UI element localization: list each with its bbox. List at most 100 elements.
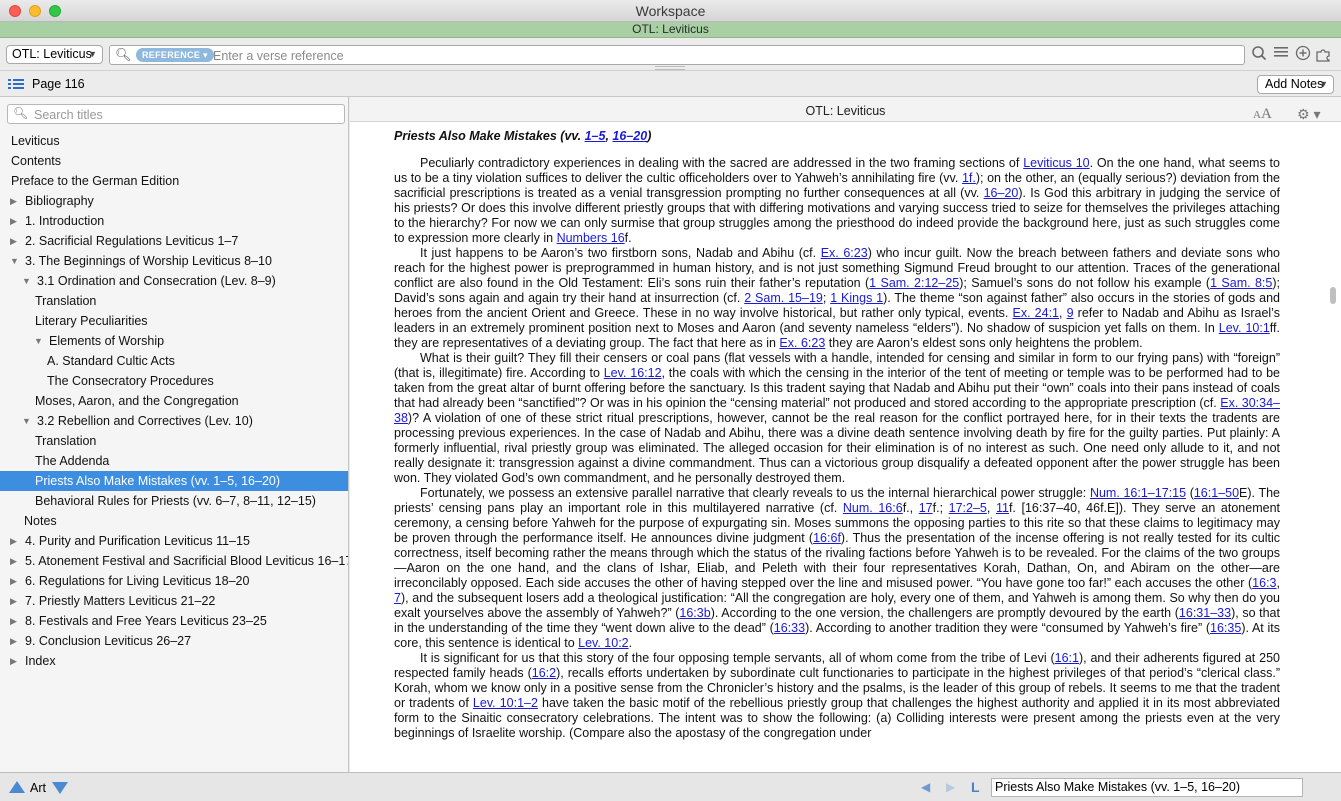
disclosure-collapsed-icon[interactable]: ▶: [10, 211, 17, 231]
toc-item[interactable]: Notes: [0, 511, 348, 531]
scripture-reference-link[interactable]: 16:3: [1252, 576, 1276, 590]
scripture-reference-link[interactable]: Lev. 10:2: [578, 636, 629, 650]
current-section-field[interactable]: Priests Also Make Mistakes (vv. 1–5, 16–…: [991, 778, 1303, 797]
title-search-box[interactable]: 🔍︎: [7, 104, 345, 124]
reference-type-badge[interactable]: REFERENCE ▾: [136, 48, 214, 62]
disclosure-collapsed-icon[interactable]: ▶: [10, 191, 17, 211]
toc-item[interactable]: ▶ 6. Regulations for Living Leviticus 18–…: [0, 571, 348, 591]
scripture-reference-link[interactable]: Numbers 16: [557, 231, 625, 245]
disclosure-collapsed-icon[interactable]: ▶: [10, 631, 17, 651]
scripture-reference-link[interactable]: 11: [996, 501, 1009, 515]
back-arrow-icon[interactable]: ◀: [921, 780, 930, 794]
forward-arrow-icon[interactable]: ▶: [946, 780, 955, 794]
toc-item[interactable]: ▶ 8. Festivals and Free Years Leviticus 2…: [0, 611, 348, 631]
scripture-reference-link[interactable]: 16:35: [1210, 621, 1241, 635]
scripture-reference-link[interactable]: 17:2–5: [949, 501, 987, 515]
disclosure-collapsed-icon[interactable]: ▶: [10, 591, 17, 611]
toc-item[interactable]: Contents: [0, 151, 348, 171]
disclosure-collapsed-icon[interactable]: ▶: [10, 531, 17, 551]
scripture-reference-link[interactable]: 1 Sam. 8:5: [1210, 276, 1272, 290]
scripture-reference-link[interactable]: 1f.: [962, 171, 976, 185]
scripture-reference-link[interactable]: 16–20: [984, 186, 1019, 200]
list-menu-icon[interactable]: [1272, 45, 1290, 63]
scripture-reference-link[interactable]: 16:1: [1055, 651, 1079, 665]
scripture-reference-link[interactable]: 9: [1067, 306, 1074, 320]
toc-item[interactable]: ▼ 3.2 Rebellion and Correctives (Lev. 10): [0, 411, 348, 431]
toc-item[interactable]: ▶ 5. Atonement Festival and Sacrificial B…: [0, 551, 348, 571]
toc-item[interactable]: ▶ 1. Introduction: [0, 211, 348, 231]
scripture-reference-link[interactable]: Ex. 6:23: [779, 336, 825, 350]
scripture-reference-link[interactable]: Num. 16:6: [843, 501, 903, 515]
scripture-reference-link[interactable]: 2 Sam. 15–19: [744, 291, 823, 305]
disclosure-collapsed-icon[interactable]: ▶: [10, 231, 17, 251]
scripture-reference-link[interactable]: 16:31–33: [1179, 606, 1231, 620]
toc-item[interactable]: ▼ 3. The Beginnings of Worship Leviticus …: [0, 251, 348, 271]
scripture-reference-link[interactable]: Num. 16:1–17:15: [1090, 486, 1186, 500]
toc-item[interactable]: ▶ 9. Conclusion Leviticus 26–27: [0, 631, 348, 651]
scripture-reference-link[interactable]: 7: [394, 591, 401, 605]
resource-dropdown[interactable]: OTL: Leviticus ▼: [6, 45, 103, 64]
toc-item-label: 6. Regulations for Living Leviticus 18–2…: [25, 574, 250, 588]
scripture-reference-link[interactable]: Leviticus 10: [1023, 156, 1089, 170]
scripture-reference-link[interactable]: 1 Sam. 2:12–25: [869, 276, 959, 290]
gear-icon[interactable]: ⚙ ▾: [1297, 100, 1320, 128]
scripture-reference-link[interactable]: 1–5: [585, 129, 606, 143]
toc-item[interactable]: Preface to the German Edition: [0, 171, 348, 191]
disclosure-expanded-icon[interactable]: ▼: [34, 331, 43, 351]
font-size-icon[interactable]: AA: [1253, 100, 1272, 129]
toc-item[interactable]: A. Standard Cultic Acts: [0, 351, 348, 371]
scripture-reference-link[interactable]: Ex. 24:1: [1013, 306, 1060, 320]
toc-list-icon[interactable]: [8, 77, 24, 91]
toc-item[interactable]: Behavioral Rules for Priests (vv. 6–7, 8…: [0, 491, 348, 511]
scripture-reference-link[interactable]: 16–20: [612, 129, 647, 143]
toc-item[interactable]: The Addenda: [0, 451, 348, 471]
disclosure-collapsed-icon[interactable]: ▶: [10, 611, 17, 631]
toc-item[interactable]: ▶ Index: [0, 651, 348, 671]
scripture-reference-link[interactable]: 16:6f: [813, 531, 841, 545]
toc-item-label: 4. Purity and Purification Leviticus 11–…: [25, 534, 250, 548]
toc-item[interactable]: The Consecratory Procedures: [0, 371, 348, 391]
toc-item[interactable]: ▶ 4. Purity and Purification Leviticus 11…: [0, 531, 348, 551]
toc-item[interactable]: Literary Peculiarities: [0, 311, 348, 331]
title-search-input[interactable]: [34, 107, 334, 122]
scripture-reference-link[interactable]: Lev. 16:12: [604, 366, 662, 380]
add-panel-icon[interactable]: [1294, 45, 1312, 63]
scripture-reference-link[interactable]: 16:1–50: [1194, 486, 1239, 500]
scripture-reference-link[interactable]: 16:2: [532, 666, 556, 680]
reference-search-box[interactable]: 🔍︎ REFERENCE ▾: [109, 45, 1245, 65]
scripture-reference-link[interactable]: 17: [919, 501, 933, 515]
toc-item[interactable]: ▶ Bibliography: [0, 191, 348, 211]
scripture-reference-link[interactable]: 1 Kings 1: [830, 291, 883, 305]
scrollbar-thumb[interactable]: [1330, 287, 1336, 304]
scripture-reference-link[interactable]: 16:33: [774, 621, 805, 635]
location-marker-icon[interactable]: L: [971, 779, 980, 795]
toc-item[interactable]: Priests Also Make Mistakes (vv. 1–5, 16–…: [0, 471, 348, 491]
scripture-reference-link[interactable]: Ex. 30:34–38: [394, 396, 1280, 425]
disclosure-collapsed-icon[interactable]: ▶: [10, 551, 17, 571]
disclosure-expanded-icon[interactable]: ▼: [22, 411, 31, 431]
toc-item[interactable]: Translation: [0, 291, 348, 311]
toc-item[interactable]: Moses, Aaron, and the Congregation: [0, 391, 348, 411]
disclosure-collapsed-icon[interactable]: ▶: [10, 571, 17, 591]
toolbar-resize-grip[interactable]: [655, 66, 685, 70]
disclosure-collapsed-icon[interactable]: ▶: [10, 651, 17, 671]
scripture-reference-link[interactable]: Ex. 6:23: [821, 246, 868, 260]
toc-item[interactable]: ▼ 3.1 Ordination and Consecration (Lev. 8…: [0, 271, 348, 291]
next-art-icon[interactable]: [52, 782, 68, 794]
toc-item[interactable]: ▶ 7. Priestly Matters Leviticus 21–22: [0, 591, 348, 611]
puzzle-icon[interactable]: [1315, 45, 1333, 63]
search-icon[interactable]: 🔍︎: [115, 47, 132, 63]
search-history-icon[interactable]: [1250, 45, 1268, 63]
scripture-reference-link[interactable]: 16:3b: [679, 606, 710, 620]
disclosure-expanded-icon[interactable]: ▼: [22, 271, 31, 291]
disclosure-expanded-icon[interactable]: ▼: [10, 251, 19, 271]
scripture-reference-link[interactable]: Lev. 10:1–2: [473, 696, 538, 710]
scripture-reference-link[interactable]: Lev. 10:1: [1219, 321, 1270, 335]
toc-item[interactable]: ▼ Elements of Worship: [0, 331, 348, 351]
toc-item[interactable]: Leviticus: [0, 131, 348, 151]
toc-item[interactable]: ▶ 2. Sacrificial Regulations Leviticus 1–…: [0, 231, 348, 251]
previous-art-icon[interactable]: [9, 781, 25, 793]
add-notes-dropdown[interactable]: Add Notes ▼: [1257, 75, 1334, 94]
reference-search-input[interactable]: [213, 48, 1233, 63]
toc-item[interactable]: Translation: [0, 431, 348, 451]
